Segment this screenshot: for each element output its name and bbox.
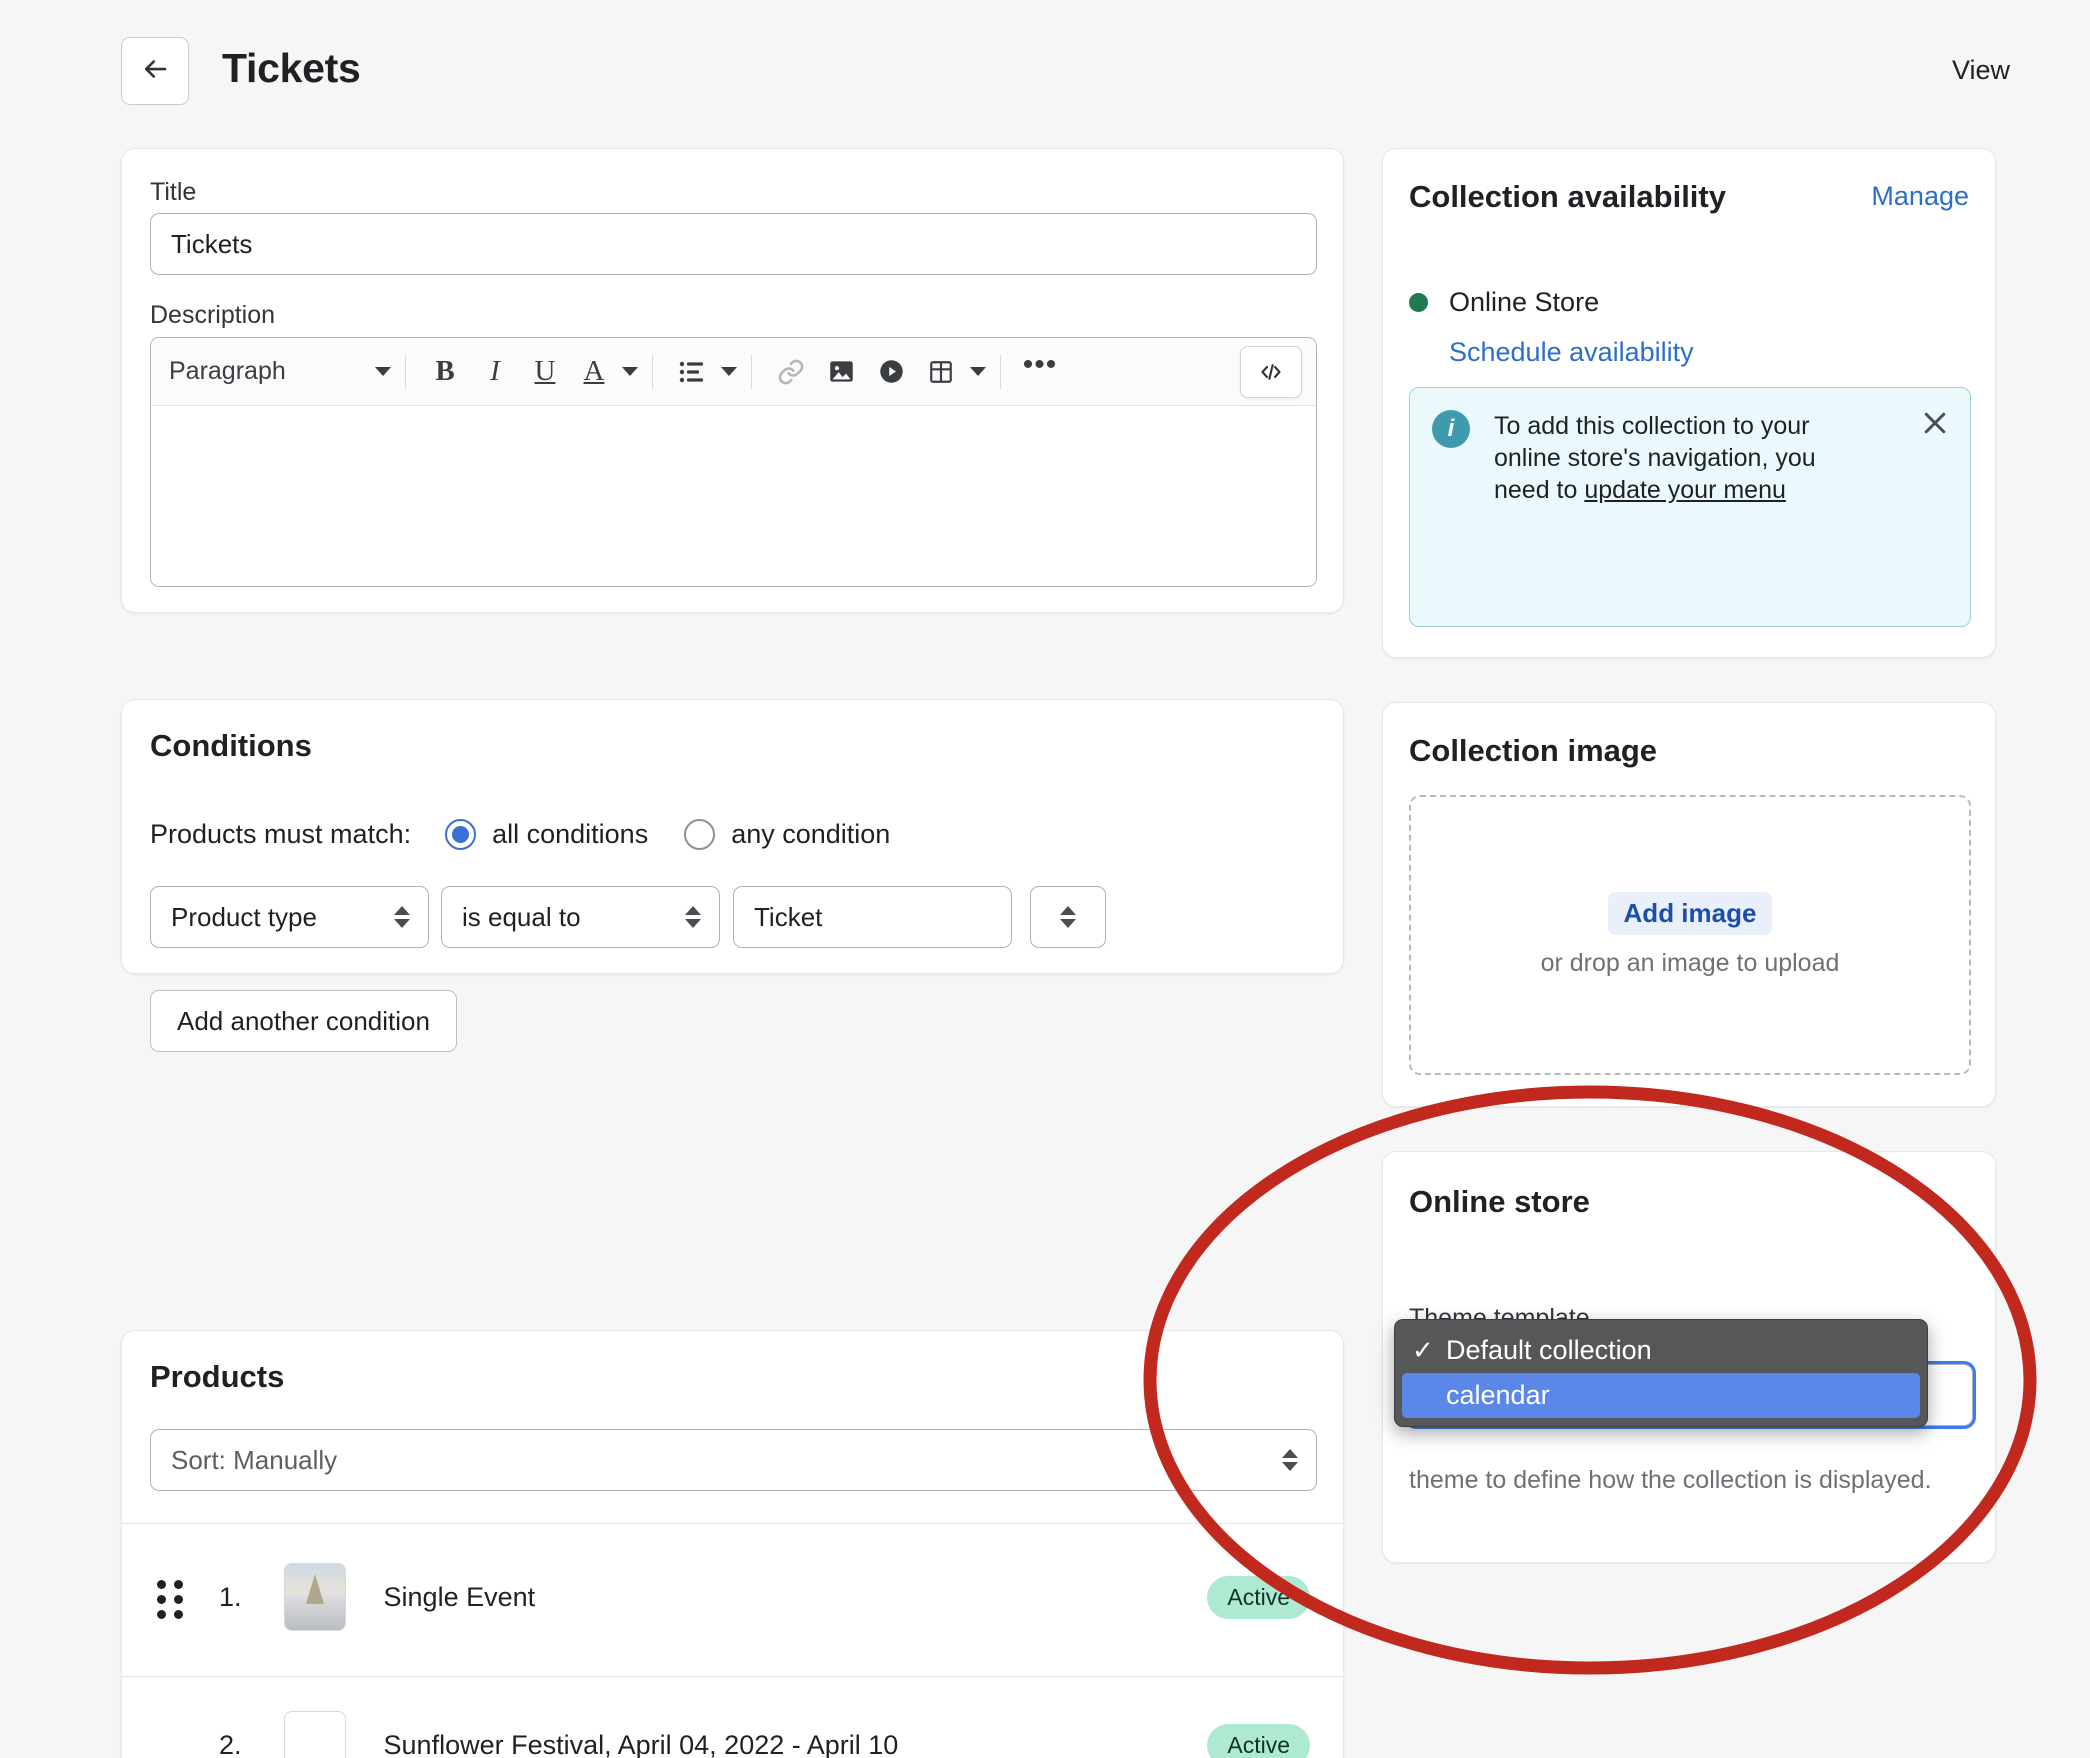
align-chevron-down-icon[interactable]: [721, 367, 737, 376]
product-name: Sunflower Festival, April 04, 2022 - Apr…: [383, 1729, 899, 1758]
code-view-button[interactable]: [1240, 346, 1302, 398]
editor-toolbar: Paragraph B I U A •••: [151, 338, 1316, 406]
text-color-button[interactable]: A: [570, 347, 620, 397]
product-thumbnail: [283, 1711, 346, 1758]
availability-channel-row: Online Store: [1409, 287, 1599, 318]
drop-hint-text: or drop an image to upload: [1540, 949, 1840, 977]
dropdown-option-default-collection[interactable]: ✓ Default collection: [1402, 1328, 1920, 1373]
condition-value-stepper[interactable]: [1030, 886, 1106, 948]
condition-operator-select[interactable]: is equal to: [441, 886, 720, 948]
dropdown-option-label: calendar: [1446, 1380, 1550, 1410]
condition-operator-value: is equal to: [462, 901, 581, 932]
product-index: 2.: [219, 1729, 242, 1758]
description-label: Description: [150, 301, 276, 329]
divider: [122, 1676, 1343, 1677]
products-heading: Products: [150, 1359, 285, 1394]
add-image-button[interactable]: Add image: [1607, 892, 1773, 935]
products-must-match-label: Products must match:: [150, 819, 412, 849]
status-badge: Active: [1207, 1575, 1310, 1619]
select-arrows-icon: [394, 906, 410, 928]
link-icon[interactable]: [766, 347, 816, 397]
schedule-availability-link[interactable]: Schedule availability: [1449, 337, 1694, 368]
select-arrows-icon: [1060, 906, 1076, 928]
toolbar-divider: [652, 354, 653, 389]
collection-availability-heading: Collection availability: [1409, 179, 1726, 214]
video-icon[interactable]: [866, 347, 916, 397]
info-banner: i To add this collection to your online …: [1409, 387, 1971, 627]
radio-any-condition[interactable]: [684, 819, 716, 850]
bold-button[interactable]: B: [420, 347, 470, 397]
paragraph-style-label: Paragraph: [169, 357, 286, 385]
paragraph-style-select[interactable]: Paragraph: [169, 348, 391, 396]
conditions-card: Conditions Products must match: all cond…: [121, 699, 1344, 1052]
collection-editor-page: Tickets View Title Description Paragraph…: [0, 0, 2090, 1758]
description-editor-body[interactable]: [151, 406, 1316, 586]
products-sort-value: Sort: Manually: [171, 1444, 338, 1475]
text-color-chevron-down-icon[interactable]: [622, 367, 638, 376]
theme-template-dropdown-menu[interactable]: ✓ Default collection calendar: [1394, 1319, 1928, 1427]
title-label: Title: [150, 178, 197, 206]
table-row[interactable]: 1. Single Event Active: [157, 1563, 1310, 1631]
update-your-menu-link[interactable]: update your menu: [1584, 476, 1786, 504]
products-must-match-row: Products must match: all conditions any …: [150, 819, 890, 850]
view-button[interactable]: View: [1952, 55, 2010, 86]
radio-all-conditions[interactable]: [445, 819, 477, 850]
page-header: Tickets View: [0, 0, 2090, 148]
drag-handle-icon[interactable]: [157, 1580, 183, 1619]
status-badge: Active: [1207, 1723, 1310, 1758]
title-input[interactable]: [150, 213, 1317, 275]
info-icon: i: [1432, 410, 1470, 448]
product-thumbnail: [283, 1563, 346, 1631]
table-row[interactable]: 2. Sunflower Festival, April 04, 2022 - …: [157, 1711, 1310, 1758]
select-arrows-icon: [1282, 1449, 1298, 1471]
image-icon[interactable]: [816, 347, 866, 397]
theme-template-help-text: theme to define how the collection is di…: [1409, 1466, 1932, 1494]
back-button[interactable]: [121, 37, 189, 105]
products-card: Products Sort: Manually 1. Single Event …: [121, 1330, 1344, 1758]
collection-availability-card: Collection availability Manage Online St…: [1382, 148, 1996, 658]
more-options-button[interactable]: •••: [1015, 347, 1065, 397]
collection-image-heading: Collection image: [1409, 733, 1658, 768]
chevron-down-icon: [375, 367, 391, 376]
conditions-heading: Conditions: [150, 728, 312, 763]
manage-link[interactable]: Manage: [1871, 181, 1969, 212]
description-editor: Paragraph B I U A •••: [150, 337, 1317, 587]
table-chevron-down-icon[interactable]: [970, 367, 986, 376]
condition-value-input[interactable]: [733, 886, 1012, 948]
channel-name: Online Store: [1449, 287, 1600, 317]
toolbar-divider: [405, 354, 406, 389]
divider: [122, 1523, 1343, 1524]
collection-image-card: Collection image Add image or drop an im…: [1382, 702, 1996, 1107]
check-icon: ✓: [1412, 1335, 1434, 1365]
info-banner-text: To add this collection to your online st…: [1494, 410, 1864, 506]
condition-field-value: Product type: [171, 901, 317, 932]
arrow-left-icon: [140, 54, 170, 89]
underline-button[interactable]: U: [520, 347, 570, 397]
toolbar-divider: [1000, 354, 1001, 389]
close-icon[interactable]: [1920, 408, 1950, 438]
product-name: Single Event: [383, 1581, 536, 1612]
radio-any-condition-label: any condition: [731, 819, 891, 849]
online-store-heading: Online store: [1409, 1184, 1590, 1219]
collection-details-card: Title Description Paragraph B I U A: [121, 148, 1344, 613]
table-icon[interactable]: [916, 347, 966, 397]
condition-field-select[interactable]: Product type: [150, 886, 429, 948]
products-sort-select[interactable]: Sort: Manually: [150, 1429, 1317, 1491]
align-left-icon[interactable]: [667, 347, 717, 397]
page-title: Tickets: [222, 45, 361, 91]
toolbar-divider: [751, 354, 752, 389]
select-arrows-icon: [685, 906, 701, 928]
dropdown-option-calendar[interactable]: calendar: [1402, 1373, 1920, 1418]
image-dropzone[interactable]: Add image or drop an image to upload: [1409, 795, 1971, 1075]
italic-button[interactable]: I: [470, 347, 520, 397]
dropdown-option-label: Default collection: [1446, 1335, 1652, 1365]
add-another-condition-button[interactable]: Add another condition: [150, 990, 457, 1052]
status-dot-icon: [1409, 293, 1428, 312]
product-index: 1.: [219, 1581, 242, 1612]
radio-all-conditions-label: all conditions: [492, 819, 649, 849]
